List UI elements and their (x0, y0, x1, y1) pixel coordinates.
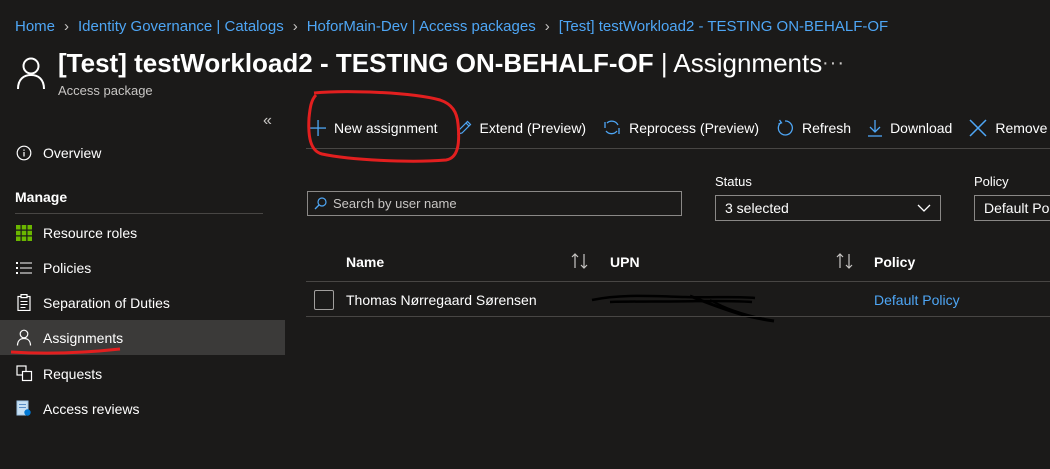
chevron-right-icon: › (544, 18, 550, 35)
sidebar-item-overview[interactable]: Overview (0, 135, 285, 170)
sidebar-item-policies[interactable]: Policies (0, 250, 285, 285)
refresh-button[interactable]: Refresh (776, 119, 851, 137)
page-title: [Test] testWorkload2 - TESTING ON-BEHALF… (58, 48, 822, 79)
person-icon (15, 329, 33, 347)
list-icon (15, 259, 33, 277)
status-dropdown[interactable]: 3 selected (715, 195, 941, 221)
sidebar-item-label: Resource roles (43, 224, 138, 241)
new-assignment-button[interactable]: New assignment (310, 120, 438, 136)
search-icon (314, 197, 327, 210)
breadcrumb: Home › Identity Governance | Catalogs › … (15, 18, 888, 35)
divider (306, 316, 1050, 317)
sort-icon[interactable] (836, 253, 854, 272)
grid-icon (15, 224, 33, 242)
pencil-icon (456, 120, 471, 135)
download-button[interactable]: Download (868, 119, 953, 137)
more-options-button[interactable]: ··· (822, 52, 845, 75)
reprocess-icon (604, 120, 620, 135)
divider (306, 281, 1050, 282)
plus-icon (310, 120, 326, 136)
sidebar-item-resource-roles[interactable]: Resource roles (0, 215, 285, 250)
sidebar-item-separation-of-duties[interactable]: Separation of Duties (0, 285, 285, 320)
extend-button[interactable]: Extend (Preview) (456, 120, 587, 136)
column-header-policy[interactable]: Policy (874, 254, 915, 270)
sidebar-item-requests[interactable]: Requests (0, 356, 285, 391)
requests-icon (15, 365, 33, 383)
close-icon (969, 119, 987, 137)
person-icon (16, 56, 46, 90)
status-dropdown-value: 3 selected (725, 200, 789, 216)
chevron-right-icon: › (292, 18, 298, 35)
reprocess-button[interactable]: Reprocess (Preview) (603, 119, 759, 137)
remove-button[interactable]: Remove (969, 119, 1047, 137)
breadcrumb-access-packages[interactable]: HoforMain-Dev | Access packages (307, 18, 536, 35)
sidebar-section-manage: Manage (15, 189, 68, 205)
breadcrumb-access-package[interactable]: [Test] testWorkload2 - TESTING ON-BEHALF… (559, 18, 889, 35)
policy-dropdown[interactable]: Default Policy (974, 195, 1050, 221)
sidebar-item-label: Access reviews (43, 400, 140, 417)
info-icon (15, 144, 33, 162)
clipboard-icon (15, 294, 33, 312)
sidebar-item-label: Policies (43, 259, 92, 276)
extend-label: Extend (Preview) (479, 120, 587, 136)
breadcrumb-catalogs[interactable]: Identity Governance | Catalogs (78, 18, 284, 35)
download-icon (868, 119, 883, 137)
status-filter-label: Status (715, 174, 752, 189)
refresh-label: Refresh (802, 120, 852, 136)
redacted-upn-scribble (590, 288, 780, 331)
download-label: Download (890, 120, 953, 136)
policy-dropdown-value: Default Policy (984, 200, 1050, 216)
page-title-main: [Test] testWorkload2 - TESTING ON-BEHALF… (58, 48, 654, 78)
page-title-separator: | (653, 48, 674, 78)
reprocess-label: Reprocess (Preview) (629, 120, 760, 136)
cell-name: Thomas Nørregaard Sørensen (346, 292, 537, 308)
chevron-right-icon: › (64, 18, 70, 35)
column-header-name[interactable]: Name (346, 254, 384, 270)
search-box[interactable] (307, 191, 682, 216)
page-title-section: Assignments (673, 48, 823, 78)
command-bar: New assignment Extend (Preview) Reproces… (310, 112, 1050, 144)
sidebar-item-label: Assignments (43, 329, 124, 346)
sidebar-item-label: Overview (43, 144, 102, 161)
page-subtitle: Access package (58, 83, 153, 98)
row-checkbox[interactable] (314, 290, 334, 310)
sidebar-item-label: Separation of Duties (43, 294, 170, 311)
cell-policy-link[interactable]: Default Policy (874, 292, 960, 308)
collapse-sidebar-button[interactable]: « (263, 112, 272, 130)
remove-label: Remove (995, 120, 1048, 136)
new-assignment-label: New assignment (334, 120, 438, 136)
sidebar-item-label: Requests (43, 365, 103, 382)
divider (15, 213, 263, 214)
breadcrumb-home[interactable]: Home (15, 18, 55, 35)
divider (306, 148, 1050, 149)
sidebar-item-access-reviews[interactable]: Access reviews (0, 391, 285, 426)
chevron-down-icon (917, 204, 931, 212)
sort-icon[interactable] (571, 253, 589, 272)
column-header-upn[interactable]: UPN (610, 254, 640, 270)
refresh-icon (777, 119, 794, 136)
sidebar-item-assignments[interactable]: Assignments (0, 320, 285, 355)
policy-filter-label: Policy (974, 174, 1009, 189)
search-input[interactable] (333, 196, 673, 211)
access-review-icon (15, 400, 33, 418)
